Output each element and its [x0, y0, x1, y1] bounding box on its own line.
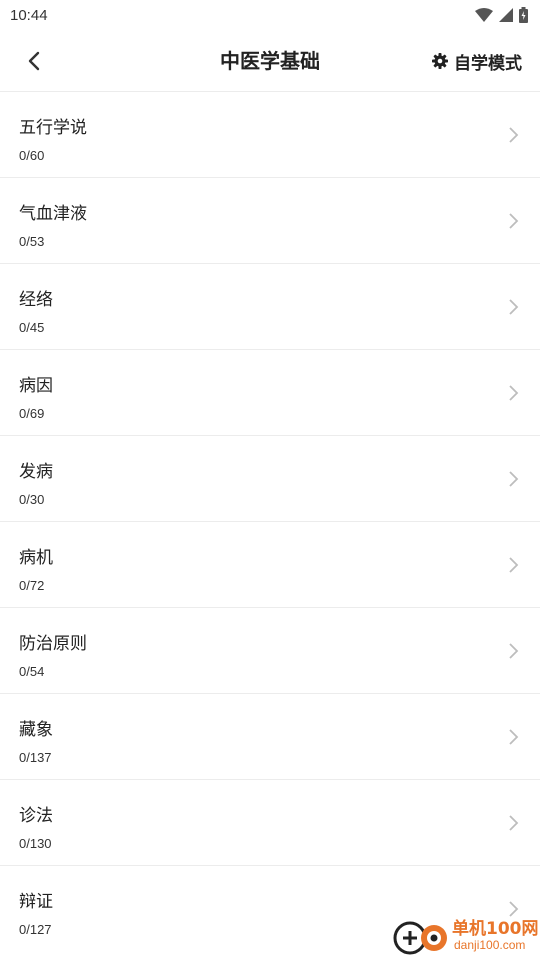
- item-title: 藏象: [19, 720, 53, 740]
- chevron-right-icon: [509, 815, 519, 831]
- chevron-right-icon: [509, 901, 519, 917]
- list-item[interactable]: 病因 0/69: [0, 350, 540, 436]
- signal-icon: [499, 8, 513, 22]
- chevron-right-icon: [509, 127, 519, 143]
- item-progress: 0/127: [19, 922, 52, 937]
- list-item[interactable]: 防治原则 0/54: [0, 608, 540, 694]
- item-progress: 0/45: [19, 320, 45, 335]
- self-study-mode-label: 自学模式: [454, 53, 522, 74]
- self-study-mode-button[interactable]: 自学模式: [432, 46, 522, 76]
- battery-icon: [519, 7, 528, 23]
- item-title: 发病: [19, 462, 53, 482]
- item-title: 防治原则: [19, 634, 87, 654]
- item-title: 五行学说: [19, 118, 87, 138]
- chevron-right-icon: [509, 213, 519, 229]
- item-title: 气血津液: [19, 204, 87, 224]
- status-time: 10:44: [10, 6, 48, 24]
- item-title: 病机: [19, 548, 53, 568]
- status-bar: 10:44: [0, 0, 540, 30]
- list-item[interactable]: 病机 0/72: [0, 522, 540, 608]
- item-title: 经络: [19, 290, 53, 310]
- gear-icon: [432, 53, 448, 69]
- item-progress: 0/72: [19, 578, 45, 593]
- app-bar: 中医学基础 自学模式: [0, 30, 540, 92]
- item-title: 诊法: [19, 806, 53, 826]
- chevron-right-icon: [509, 557, 519, 573]
- chevron-right-icon: [509, 729, 519, 745]
- chevron-right-icon: [509, 643, 519, 659]
- wifi-icon: [475, 8, 493, 22]
- status-icons: [475, 7, 528, 23]
- list-item[interactable]: 五行学说 0/60: [0, 92, 540, 178]
- item-progress: 0/53: [19, 234, 45, 249]
- list-item[interactable]: 经络 0/45: [0, 264, 540, 350]
- list-item[interactable]: 发病 0/30: [0, 436, 540, 522]
- item-progress: 0/54: [19, 664, 45, 679]
- list-item[interactable]: 气血津液 0/53: [0, 178, 540, 264]
- chevron-left-icon: [28, 51, 40, 71]
- item-progress: 0/137: [19, 750, 52, 765]
- chevron-right-icon: [509, 385, 519, 401]
- back-button[interactable]: [16, 45, 52, 77]
- chapter-list: 五行学说 0/60 气血津液 0/53 经络 0/45 病因 0/69 发病 0…: [0, 92, 540, 952]
- chevron-right-icon: [509, 471, 519, 487]
- list-item[interactable]: 诊法 0/130: [0, 780, 540, 866]
- chevron-right-icon: [509, 299, 519, 315]
- item-title: 病因: [19, 376, 53, 396]
- list-item[interactable]: 辩证 0/127: [0, 866, 540, 952]
- item-progress: 0/69: [19, 406, 45, 421]
- list-item[interactable]: 藏象 0/137: [0, 694, 540, 780]
- item-progress: 0/30: [19, 492, 45, 507]
- item-progress: 0/130: [19, 836, 52, 851]
- item-title: 辩证: [19, 892, 53, 912]
- item-progress: 0/60: [19, 148, 45, 163]
